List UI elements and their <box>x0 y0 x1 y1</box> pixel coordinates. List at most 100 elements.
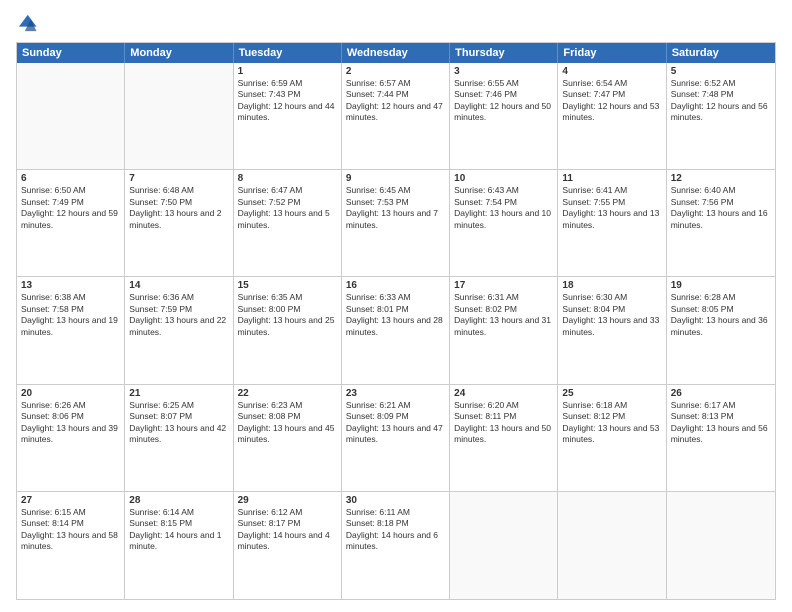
cell-text: Sunrise: 6:50 AM Sunset: 7:49 PM Dayligh… <box>21 185 120 231</box>
logo <box>16 12 42 34</box>
cal-cell-4: 4Sunrise: 6:54 AM Sunset: 7:47 PM Daylig… <box>558 63 666 169</box>
cal-cell-empty-4-4 <box>450 492 558 599</box>
cell-text: Sunrise: 6:23 AM Sunset: 8:08 PM Dayligh… <box>238 400 337 446</box>
week-row-3: 20Sunrise: 6:26 AM Sunset: 8:06 PM Dayli… <box>17 385 775 492</box>
day-number: 17 <box>454 280 553 291</box>
cell-text: Sunrise: 6:28 AM Sunset: 8:05 PM Dayligh… <box>671 292 771 338</box>
cal-cell-24: 24Sunrise: 6:20 AM Sunset: 8:11 PM Dayli… <box>450 385 558 491</box>
cell-text: Sunrise: 6:35 AM Sunset: 8:00 PM Dayligh… <box>238 292 337 338</box>
day-number: 3 <box>454 66 553 77</box>
cal-cell-9: 9Sunrise: 6:45 AM Sunset: 7:53 PM Daylig… <box>342 170 450 276</box>
cell-text: Sunrise: 6:36 AM Sunset: 7:59 PM Dayligh… <box>129 292 228 338</box>
cal-cell-empty-0-0 <box>17 63 125 169</box>
cell-text: Sunrise: 6:14 AM Sunset: 8:15 PM Dayligh… <box>129 507 228 553</box>
header-day-tuesday: Tuesday <box>234 43 342 63</box>
cal-cell-empty-4-5 <box>558 492 666 599</box>
day-number: 23 <box>346 388 445 399</box>
cell-text: Sunrise: 6:31 AM Sunset: 8:02 PM Dayligh… <box>454 292 553 338</box>
cell-text: Sunrise: 6:30 AM Sunset: 8:04 PM Dayligh… <box>562 292 661 338</box>
cell-text: Sunrise: 6:41 AM Sunset: 7:55 PM Dayligh… <box>562 185 661 231</box>
cell-text: Sunrise: 6:54 AM Sunset: 7:47 PM Dayligh… <box>562 78 661 124</box>
day-number: 21 <box>129 388 228 399</box>
day-number: 24 <box>454 388 553 399</box>
cal-cell-20: 20Sunrise: 6:26 AM Sunset: 8:06 PM Dayli… <box>17 385 125 491</box>
cal-cell-13: 13Sunrise: 6:38 AM Sunset: 7:58 PM Dayli… <box>17 277 125 383</box>
day-number: 29 <box>238 495 337 506</box>
cell-text: Sunrise: 6:55 AM Sunset: 7:46 PM Dayligh… <box>454 78 553 124</box>
cal-cell-29: 29Sunrise: 6:12 AM Sunset: 8:17 PM Dayli… <box>234 492 342 599</box>
day-number: 2 <box>346 66 445 77</box>
cell-text: Sunrise: 6:33 AM Sunset: 8:01 PM Dayligh… <box>346 292 445 338</box>
cell-text: Sunrise: 6:48 AM Sunset: 7:50 PM Dayligh… <box>129 185 228 231</box>
cal-cell-14: 14Sunrise: 6:36 AM Sunset: 7:59 PM Dayli… <box>125 277 233 383</box>
week-row-1: 6Sunrise: 6:50 AM Sunset: 7:49 PM Daylig… <box>17 170 775 277</box>
day-number: 12 <box>671 173 771 184</box>
day-number: 16 <box>346 280 445 291</box>
day-number: 28 <box>129 495 228 506</box>
header-day-saturday: Saturday <box>667 43 775 63</box>
cal-cell-empty-0-1 <box>125 63 233 169</box>
header-day-wednesday: Wednesday <box>342 43 450 63</box>
cell-text: Sunrise: 6:47 AM Sunset: 7:52 PM Dayligh… <box>238 185 337 231</box>
day-number: 9 <box>346 173 445 184</box>
cal-cell-17: 17Sunrise: 6:31 AM Sunset: 8:02 PM Dayli… <box>450 277 558 383</box>
cell-text: Sunrise: 6:40 AM Sunset: 7:56 PM Dayligh… <box>671 185 771 231</box>
cal-cell-12: 12Sunrise: 6:40 AM Sunset: 7:56 PM Dayli… <box>667 170 775 276</box>
cal-cell-19: 19Sunrise: 6:28 AM Sunset: 8:05 PM Dayli… <box>667 277 775 383</box>
cal-cell-26: 26Sunrise: 6:17 AM Sunset: 8:13 PM Dayli… <box>667 385 775 491</box>
cal-cell-22: 22Sunrise: 6:23 AM Sunset: 8:08 PM Dayli… <box>234 385 342 491</box>
day-number: 27 <box>21 495 120 506</box>
calendar-header: SundayMondayTuesdayWednesdayThursdayFrid… <box>17 43 775 63</box>
cal-cell-10: 10Sunrise: 6:43 AM Sunset: 7:54 PM Dayli… <box>450 170 558 276</box>
cal-cell-16: 16Sunrise: 6:33 AM Sunset: 8:01 PM Dayli… <box>342 277 450 383</box>
cal-cell-7: 7Sunrise: 6:48 AM Sunset: 7:50 PM Daylig… <box>125 170 233 276</box>
day-number: 22 <box>238 388 337 399</box>
cell-text: Sunrise: 6:15 AM Sunset: 8:14 PM Dayligh… <box>21 507 120 553</box>
cell-text: Sunrise: 6:21 AM Sunset: 8:09 PM Dayligh… <box>346 400 445 446</box>
day-number: 26 <box>671 388 771 399</box>
header-day-friday: Friday <box>558 43 666 63</box>
cal-cell-3: 3Sunrise: 6:55 AM Sunset: 7:46 PM Daylig… <box>450 63 558 169</box>
header-day-sunday: Sunday <box>17 43 125 63</box>
cal-cell-5: 5Sunrise: 6:52 AM Sunset: 7:48 PM Daylig… <box>667 63 775 169</box>
cell-text: Sunrise: 6:11 AM Sunset: 8:18 PM Dayligh… <box>346 507 445 553</box>
header <box>16 12 776 34</box>
cal-cell-30: 30Sunrise: 6:11 AM Sunset: 8:18 PM Dayli… <box>342 492 450 599</box>
day-number: 20 <box>21 388 120 399</box>
cell-text: Sunrise: 6:25 AM Sunset: 8:07 PM Dayligh… <box>129 400 228 446</box>
week-row-0: 1Sunrise: 6:59 AM Sunset: 7:43 PM Daylig… <box>17 63 775 170</box>
cal-cell-empty-4-6 <box>667 492 775 599</box>
cell-text: Sunrise: 6:43 AM Sunset: 7:54 PM Dayligh… <box>454 185 553 231</box>
cell-text: Sunrise: 6:52 AM Sunset: 7:48 PM Dayligh… <box>671 78 771 124</box>
cal-cell-25: 25Sunrise: 6:18 AM Sunset: 8:12 PM Dayli… <box>558 385 666 491</box>
day-number: 6 <box>21 173 120 184</box>
cal-cell-18: 18Sunrise: 6:30 AM Sunset: 8:04 PM Dayli… <box>558 277 666 383</box>
day-number: 25 <box>562 388 661 399</box>
cal-cell-1: 1Sunrise: 6:59 AM Sunset: 7:43 PM Daylig… <box>234 63 342 169</box>
cal-cell-27: 27Sunrise: 6:15 AM Sunset: 8:14 PM Dayli… <box>17 492 125 599</box>
day-number: 8 <box>238 173 337 184</box>
day-number: 4 <box>562 66 661 77</box>
cell-text: Sunrise: 6:45 AM Sunset: 7:53 PM Dayligh… <box>346 185 445 231</box>
day-number: 11 <box>562 173 661 184</box>
calendar: SundayMondayTuesdayWednesdayThursdayFrid… <box>16 42 776 600</box>
day-number: 5 <box>671 66 771 77</box>
cell-text: Sunrise: 6:57 AM Sunset: 7:44 PM Dayligh… <box>346 78 445 124</box>
day-number: 18 <box>562 280 661 291</box>
cal-cell-15: 15Sunrise: 6:35 AM Sunset: 8:00 PM Dayli… <box>234 277 342 383</box>
cell-text: Sunrise: 6:59 AM Sunset: 7:43 PM Dayligh… <box>238 78 337 124</box>
week-row-4: 27Sunrise: 6:15 AM Sunset: 8:14 PM Dayli… <box>17 492 775 599</box>
cal-cell-28: 28Sunrise: 6:14 AM Sunset: 8:15 PM Dayli… <box>125 492 233 599</box>
cal-cell-23: 23Sunrise: 6:21 AM Sunset: 8:09 PM Dayli… <box>342 385 450 491</box>
week-row-2: 13Sunrise: 6:38 AM Sunset: 7:58 PM Dayli… <box>17 277 775 384</box>
cal-cell-11: 11Sunrise: 6:41 AM Sunset: 7:55 PM Dayli… <box>558 170 666 276</box>
header-day-monday: Monday <box>125 43 233 63</box>
day-number: 10 <box>454 173 553 184</box>
cell-text: Sunrise: 6:18 AM Sunset: 8:12 PM Dayligh… <box>562 400 661 446</box>
day-number: 19 <box>671 280 771 291</box>
cell-text: Sunrise: 6:20 AM Sunset: 8:11 PM Dayligh… <box>454 400 553 446</box>
day-number: 1 <box>238 66 337 77</box>
cell-text: Sunrise: 6:12 AM Sunset: 8:17 PM Dayligh… <box>238 507 337 553</box>
day-number: 14 <box>129 280 228 291</box>
cell-text: Sunrise: 6:38 AM Sunset: 7:58 PM Dayligh… <box>21 292 120 338</box>
